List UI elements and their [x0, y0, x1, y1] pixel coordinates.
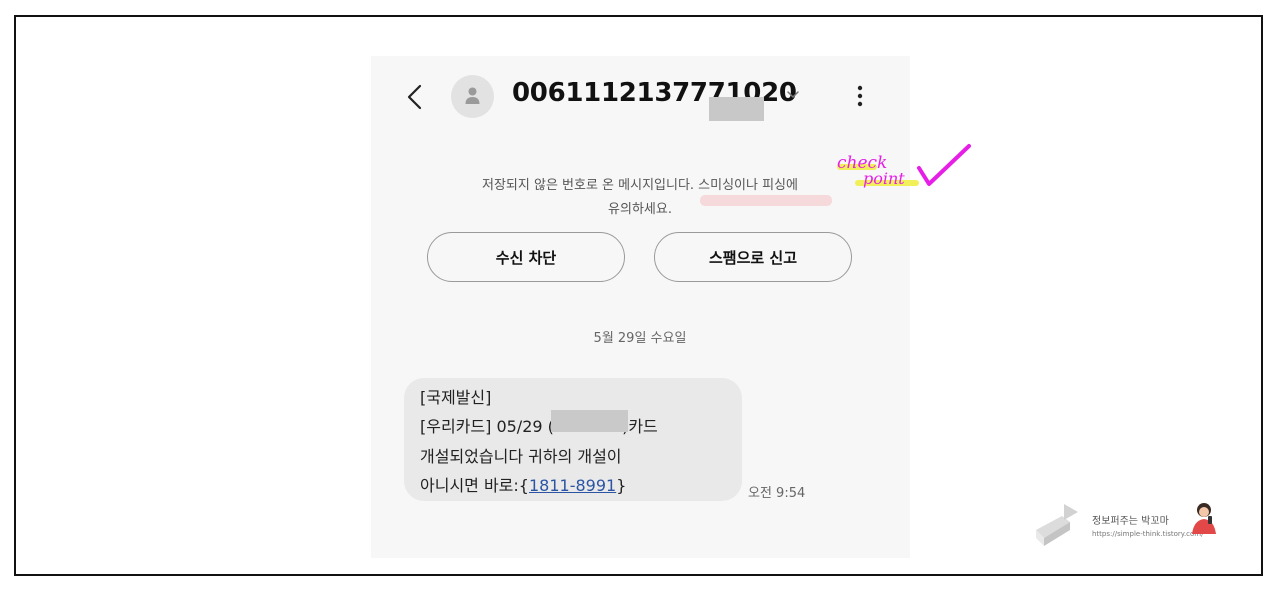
message-timestamp: 오전 9:54 [748, 486, 806, 501]
unsaved-number-warning: 저장되지 않은 번호로 온 메시지입니다. 스미싱이나 피싱에 유의하세요. [440, 174, 840, 222]
message-line-4-prefix: 아니시면 바로:{ [420, 476, 529, 495]
watermark-character-icon [1192, 503, 1216, 534]
phone-link[interactable]: 1811-8991 [529, 476, 616, 495]
person-icon [465, 87, 480, 104]
message-line-4: 아니시면 바로:{1811-8991} [420, 472, 626, 496]
block-sender-button[interactable]: 수신 차단 [427, 232, 625, 282]
redaction-box [551, 410, 628, 432]
avatar[interactable] [451, 75, 494, 118]
warning-line-1: 저장되지 않은 번호로 온 메시지입니다. 스미싱이나 피싱에 [482, 178, 798, 193]
report-spam-button[interactable]: 스팸으로 신고 [654, 232, 852, 282]
message-line-1: [국제발신] [420, 388, 492, 407]
message-line-2a: [우리카드] 05/29 ( [420, 417, 554, 436]
redaction-box [709, 97, 764, 121]
date-divider: 5월 29일 수요일 [593, 331, 687, 346]
checkpoint-annotation: check point [837, 144, 971, 188]
chevron-down-icon[interactable] [785, 87, 801, 101]
annotation-line-2: point [863, 169, 905, 188]
chevron-left-icon[interactable] [402, 80, 428, 114]
watermark-logo-icon [1036, 504, 1078, 546]
warning-line-2: 유의하세요. [608, 202, 672, 217]
message-line-3: 개설되었습니다 귀하의 개설이 [420, 447, 622, 466]
message-line-4-suffix: } [616, 476, 627, 495]
watermark-title: 정보퍼주는 박꼬마 [1092, 516, 1169, 527]
kebab-menu-icon[interactable] [851, 80, 869, 112]
checkmark-icon [917, 144, 971, 186]
